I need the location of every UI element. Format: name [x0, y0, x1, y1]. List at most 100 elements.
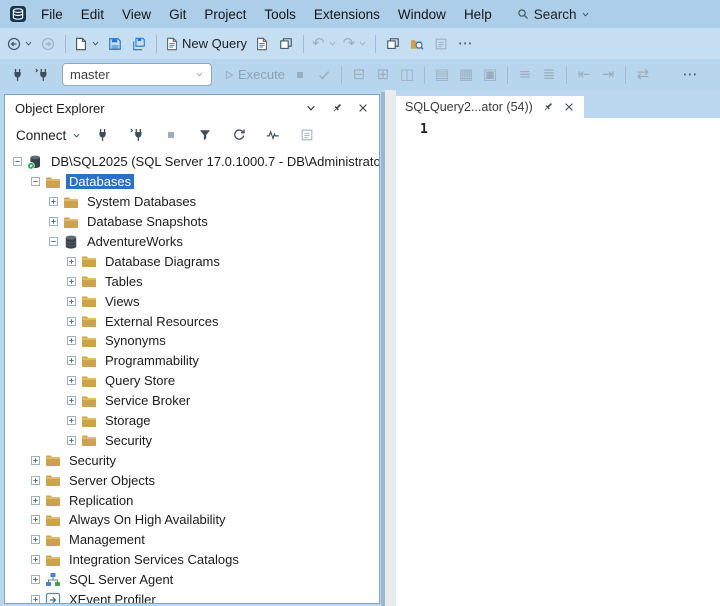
expand-icon[interactable] [31, 496, 40, 505]
pin-icon[interactable] [331, 102, 343, 114]
sql-server-agent-icon [45, 572, 61, 588]
query-options-button: ◫ [395, 63, 419, 87]
expand-icon[interactable] [67, 257, 76, 266]
navigate-backward-button[interactable] [4, 32, 36, 56]
tree-item-replication[interactable]: Replication [5, 490, 379, 510]
save-button[interactable] [103, 32, 127, 56]
undo-button: ↶ [309, 32, 340, 56]
tree-item-database-diagrams[interactable]: Database Diagrams [5, 251, 379, 271]
tree-item-system-databases[interactable]: System Databases [5, 192, 379, 212]
close-icon[interactable] [563, 101, 575, 113]
menu-item-tools[interactable]: Tools [255, 5, 305, 24]
tree-item-label: Database Diagrams [102, 254, 223, 269]
expand-icon[interactable] [31, 515, 40, 524]
expand-icon[interactable] [67, 396, 76, 405]
tree-item-service-broker[interactable]: Service Broker [5, 391, 379, 411]
expand-icon[interactable] [31, 555, 40, 564]
connect-dropdown-button[interactable]: Connect [16, 128, 81, 143]
tab-sqlquery2[interactable]: SQLQuery2...ator (54)) [396, 96, 584, 118]
tree-item-db-sql2025-sql-server-17-0-1000-7-db-adm[interactable]: DB\SQL2025 (SQL Server 17.0.1000.7 - DB\… [5, 152, 379, 172]
tree-item-label: Query Store [102, 373, 178, 388]
tree-item-databases[interactable]: Databases [5, 172, 379, 192]
expand-icon[interactable] [31, 456, 40, 465]
query-editor[interactable]: 1 [396, 118, 720, 606]
expand-icon[interactable] [67, 336, 76, 345]
menu-item-view[interactable]: View [113, 5, 160, 24]
tree-item-xevent-profiler[interactable]: XEvent Profiler [5, 590, 379, 603]
tree-item-programmability[interactable]: Programmability [5, 351, 379, 371]
expand-icon[interactable] [67, 376, 76, 385]
menu-item-git[interactable]: Git [160, 5, 195, 24]
tree-item-adventureworks[interactable]: AdventureWorks [5, 232, 379, 252]
connect-icon-button[interactable] [6, 63, 30, 87]
new-query-button[interactable]: New Query [162, 32, 250, 56]
find-in-files-button[interactable] [405, 32, 429, 56]
expand-icon[interactable] [31, 595, 40, 603]
disconnect-plug-button[interactable] [125, 123, 149, 147]
chevron-down-icon [328, 39, 337, 48]
tree-item-management[interactable]: Management [5, 530, 379, 550]
tree-item-label: Databases [66, 174, 134, 189]
expand-icon[interactable] [67, 356, 76, 365]
expand-icon[interactable] [31, 476, 40, 485]
folder-icon [45, 174, 61, 190]
tree-item-always-on-high-availability[interactable]: Always On High Availability [5, 510, 379, 530]
refresh-icon[interactable] [227, 123, 251, 147]
menu-item-help[interactable]: Help [455, 5, 501, 24]
tree-item-label: Replication [66, 493, 136, 508]
activity-monitor-button[interactable] [381, 32, 405, 56]
tree-item-external-resources[interactable]: External Resources [5, 311, 379, 331]
tree-item-label: System Databases [84, 194, 199, 209]
close-icon[interactable] [357, 102, 369, 114]
tree-item-label: Always On High Availability [66, 512, 229, 527]
tree-item-storage[interactable]: Storage [5, 411, 379, 431]
expand-icon[interactable] [31, 575, 40, 584]
new-file-button[interactable] [71, 32, 103, 56]
toolbar-overflow-button[interactable]: ⋯ [678, 63, 702, 87]
expand-icon[interactable] [67, 416, 76, 425]
menu-item-file[interactable]: File [32, 5, 72, 24]
tree-item-query-store[interactable]: Query Store [5, 371, 379, 391]
expand-icon[interactable] [49, 197, 58, 206]
menu-item-extensions[interactable]: Extensions [305, 5, 389, 24]
change-connection-button[interactable] [30, 63, 54, 87]
tree-item-server-objects[interactable]: Server Objects [5, 470, 379, 490]
tree-item-label: Server Objects [66, 473, 158, 488]
database-engine-query-button[interactable] [250, 32, 274, 56]
folder-icon [45, 452, 61, 468]
analysis-services-query-button[interactable] [274, 32, 298, 56]
tree-item-security[interactable]: Security [5, 430, 379, 450]
collapse-icon[interactable] [31, 177, 40, 186]
folder-icon [81, 313, 97, 329]
folder-icon [81, 273, 97, 289]
expand-icon[interactable] [67, 436, 76, 445]
menu-item-edit[interactable]: Edit [72, 5, 113, 24]
save-all-button[interactable] [127, 32, 151, 56]
collapse-icon[interactable] [49, 237, 58, 246]
tree-item-database-snapshots[interactable]: Database Snapshots [5, 212, 379, 232]
new-query-label: New Query [182, 36, 247, 51]
menu-item-window[interactable]: Window [389, 5, 455, 24]
tree-item-synonyms[interactable]: Synonyms [5, 331, 379, 351]
expand-icon[interactable] [67, 297, 76, 306]
expand-icon[interactable] [67, 317, 76, 326]
window-position-chevron-icon[interactable] [305, 102, 317, 114]
available-databases-combobox[interactable]: master [62, 63, 212, 86]
connect-plug-button[interactable] [91, 123, 115, 147]
search-control[interactable]: Search [517, 7, 591, 22]
expand-icon[interactable] [67, 277, 76, 286]
filter-icon[interactable] [193, 123, 217, 147]
tree-item-security[interactable]: Security [5, 450, 379, 470]
tree-item-integration-services-catalogs[interactable]: Integration Services Catalogs [5, 550, 379, 570]
collapse-icon[interactable] [13, 157, 22, 166]
pin-icon[interactable] [542, 101, 554, 113]
tree-item-sql-server-agent[interactable]: SQL Server Agent [5, 570, 379, 590]
expand-icon[interactable] [49, 217, 58, 226]
expand-icon[interactable] [31, 535, 40, 544]
menu-item-project[interactable]: Project [195, 5, 255, 24]
activity-pulse-icon[interactable] [261, 123, 285, 147]
tree-item-tables[interactable]: Tables [5, 271, 379, 291]
undo-icon: ↶ [312, 36, 325, 51]
toolbar-overflow-button[interactable]: ⋯ [453, 32, 477, 56]
tree-item-views[interactable]: Views [5, 291, 379, 311]
